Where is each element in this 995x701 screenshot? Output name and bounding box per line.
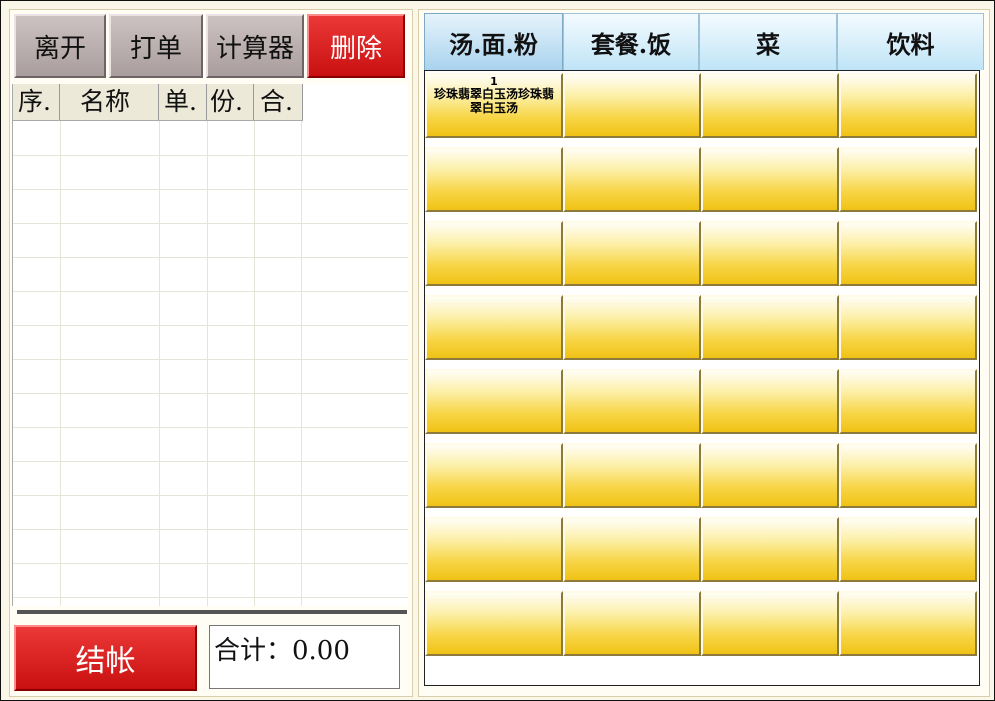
menu-item-button[interactable]: [425, 295, 563, 360]
calculator-button[interactable]: 计算器: [206, 14, 304, 78]
grid-line: [13, 257, 408, 258]
grid-line: [13, 427, 408, 428]
grid-line: [13, 291, 408, 292]
grid-line: [13, 189, 408, 190]
order-list-body: [13, 121, 408, 606]
menu-item-button[interactable]: [563, 221, 701, 286]
tab-dishes[interactable]: 菜: [699, 13, 837, 70]
leave-button[interactable]: 离开: [14, 14, 106, 78]
menu-item-button[interactable]: [839, 443, 977, 508]
grid-line: [13, 461, 408, 462]
column-header-index[interactable]: 序.: [13, 84, 60, 120]
menu-item-button[interactable]: [839, 295, 977, 360]
menu-item-button[interactable]: [701, 147, 839, 212]
grid-line: [254, 121, 255, 606]
grid-line: [13, 393, 408, 394]
menu-item-button[interactable]: [839, 73, 977, 138]
checkout-button[interactable]: 结帐: [14, 625, 197, 691]
menu-item-button[interactable]: [839, 591, 977, 656]
menu-item-button[interactable]: [425, 591, 563, 656]
menu-item-button[interactable]: [839, 221, 977, 286]
menu-item-button[interactable]: [839, 369, 977, 434]
delete-button[interactable]: 删除: [307, 14, 405, 78]
menu-item-button[interactable]: [701, 295, 839, 360]
menu-item-button[interactable]: [425, 369, 563, 434]
menu-item-button[interactable]: [425, 221, 563, 286]
column-header-unit-price[interactable]: 单.: [159, 84, 207, 120]
menu-item-button[interactable]: [563, 295, 701, 360]
menu-item-button[interactable]: [425, 517, 563, 582]
menu-item-button[interactable]: [563, 517, 701, 582]
menu-item-button[interactable]: [701, 443, 839, 508]
order-list-header: 序. 名称 单. 份. 合.: [13, 84, 303, 121]
menu-item-button[interactable]: [563, 73, 701, 138]
grid-line: [13, 495, 408, 496]
menu-item-button[interactable]: [839, 517, 977, 582]
menu-item-button[interactable]: [563, 591, 701, 656]
grid-line: [13, 563, 408, 564]
menu-item-button[interactable]: [701, 517, 839, 582]
grid-line: [13, 529, 408, 530]
menu-item-button[interactable]: [839, 147, 977, 212]
menu-item-grid: 1 珍珠翡翠白玉汤珍珠翡翠白玉汤: [424, 70, 980, 686]
menu-item-button[interactable]: [701, 591, 839, 656]
menu-item-button[interactable]: [563, 147, 701, 212]
grid-line: [13, 155, 408, 156]
menu-item-button[interactable]: [701, 369, 839, 434]
menu-item-button[interactable]: [701, 73, 839, 138]
tab-set-meals-rice[interactable]: 套餐.饭: [563, 13, 699, 70]
grid-line: [13, 223, 408, 224]
grid-line: [13, 359, 408, 360]
menu-item-button[interactable]: [563, 369, 701, 434]
column-header-quantity[interactable]: 份.: [207, 84, 254, 120]
grid-line: [60, 121, 61, 606]
menu-item-button[interactable]: [425, 443, 563, 508]
grid-line: [159, 121, 160, 606]
grid-line: [13, 597, 408, 598]
divider: [17, 610, 407, 614]
tab-soup-noodles[interactable]: 汤.面.粉: [424, 13, 563, 70]
menu-item-button[interactable]: [425, 147, 563, 212]
tab-drinks[interactable]: 饮料: [837, 13, 984, 70]
category-tabs: 汤.面.粉 套餐.饭 菜 饮料: [424, 13, 984, 70]
grid-line: [207, 121, 208, 606]
print-order-button[interactable]: 打单: [109, 14, 203, 78]
menu-item-name: 珍珠翡翠白玉汤珍珠翡翠白玉汤: [433, 87, 554, 115]
order-list[interactable]: 序. 名称 单. 份. 合.: [12, 84, 408, 606]
column-header-name[interactable]: 名称: [60, 84, 159, 120]
column-header-amount[interactable]: 合.: [254, 84, 303, 120]
total-amount: 合计：0.00: [209, 625, 400, 689]
grid-line: [13, 325, 408, 326]
grid-line: [301, 121, 302, 606]
menu-item-button[interactable]: 1 珍珠翡翠白玉汤珍珠翡翠白玉汤: [425, 73, 563, 138]
menu-item-button[interactable]: [701, 221, 839, 286]
menu-item-button[interactable]: [563, 443, 701, 508]
